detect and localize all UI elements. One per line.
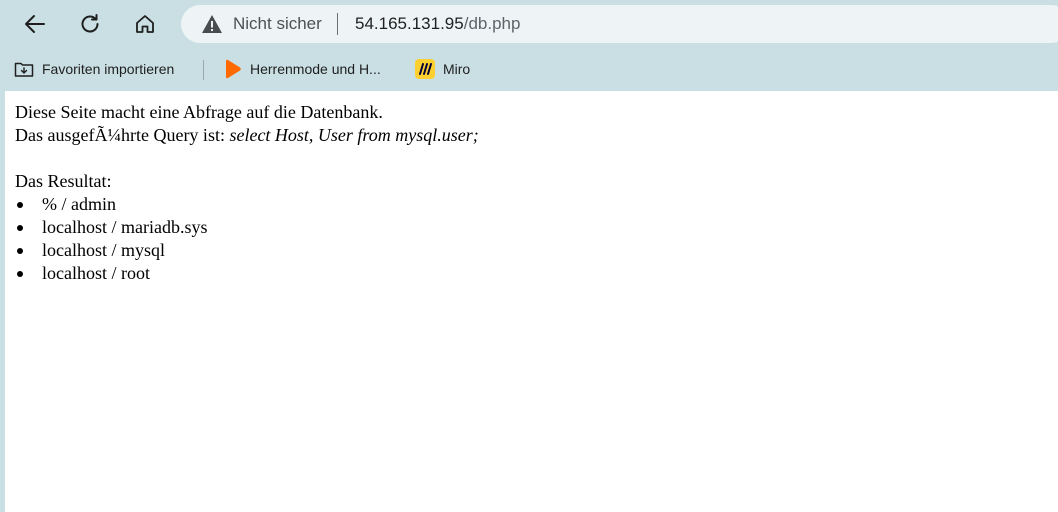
list-item: localhost / mysql <box>15 239 479 262</box>
reload-icon <box>81 14 99 33</box>
bookmarks-bar: Favoriten importieren Herrenmode und H..… <box>0 53 1058 85</box>
url-path: /db.php <box>463 14 521 33</box>
warning-triangle-icon[interactable] <box>201 14 223 34</box>
result-heading: Das Resultat: <box>15 171 112 191</box>
import-favorites-icon <box>14 59 34 79</box>
page-content: Diese Seite macht eine Abfrage auf die D… <box>5 91 1058 512</box>
list-item: % / admin <box>15 193 479 216</box>
back-button[interactable] <box>17 7 53 41</box>
zalando-icon <box>222 59 242 79</box>
home-icon <box>136 15 154 33</box>
address-bar[interactable]: Nicht sicher 54.165.131.95/db.php <box>181 5 1058 43</box>
bookmarks-divider <box>203 60 204 80</box>
query-prefix: Das ausgefÃ¼hrte Query ist: <box>15 125 230 145</box>
miro-icon <box>415 59 435 79</box>
query-line: Das ausgefÃ¼hrte Query ist: select Host,… <box>15 124 479 147</box>
list-item: localhost / mariadb.sys <box>15 216 479 239</box>
result-list: % / admin localhost / mariadb.sys localh… <box>15 193 479 285</box>
bookmark-label: Favoriten importieren <box>42 61 175 77</box>
db-output: Diese Seite macht eine Abfrage auf die D… <box>15 101 479 285</box>
reload-button[interactable] <box>72 7 108 41</box>
security-status-label[interactable]: Nicht sicher <box>233 14 322 34</box>
url-text[interactable]: 54.165.131.95/db.php <box>355 14 520 34</box>
query-text: select Host, User from mysql.user; <box>229 125 479 145</box>
bookmark-herrenmode[interactable]: Herrenmode und H... <box>222 56 381 82</box>
omnibox-divider <box>337 13 338 35</box>
bookmark-miro[interactable]: Miro <box>415 56 470 82</box>
line-break <box>15 147 479 170</box>
bookmark-label: Miro <box>443 61 471 77</box>
browser-chrome: Nicht sicher 54.165.131.95/db.php Favori… <box>0 0 1058 91</box>
home-button[interactable] <box>127 7 163 41</box>
url-host: 54.165.131.95 <box>355 14 464 33</box>
bookmark-label: Herrenmode und H... <box>250 61 381 77</box>
intro-text: Diese Seite macht eine Abfrage auf die D… <box>15 102 383 122</box>
bookmark-import-favorites[interactable]: Favoriten importieren <box>14 56 174 82</box>
list-item: localhost / root <box>15 262 479 285</box>
arrow-left-icon <box>25 15 45 33</box>
